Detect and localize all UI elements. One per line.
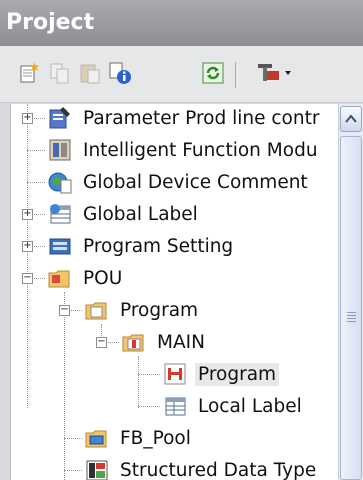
- expand-toggle[interactable]: +: [22, 241, 33, 252]
- new-item-button[interactable]: [17, 60, 43, 86]
- scroll-grip-icon: [347, 312, 356, 324]
- local-label-icon: [165, 397, 186, 416]
- tree-item-program[interactable]: Program: [162, 360, 280, 388]
- tree-item-label: Program Setting: [83, 235, 234, 257]
- panel-title: Project: [0, 0, 363, 46]
- tree-guide-line: [138, 406, 160, 407]
- tree-item-global-label[interactable]: Global Label: [47, 200, 201, 228]
- new-item-icon: [20, 62, 39, 83]
- tree-item-label: Program: [120, 299, 199, 321]
- collapse-toggle[interactable]: −: [22, 273, 33, 284]
- tools-icon: [258, 64, 291, 81]
- collapse-toggle[interactable]: −: [59, 305, 70, 316]
- tree-guide-line: [138, 356, 139, 408]
- copy-icon: [50, 63, 69, 84]
- refresh-button[interactable]: [200, 60, 226, 86]
- paste-button[interactable]: [77, 60, 103, 86]
- tree-item-label: Global Device Comment: [83, 171, 308, 193]
- tree-guide-line: [64, 438, 82, 439]
- tree-item-label: Structured Data Type: [120, 459, 317, 480]
- tree-item-label: Parameter Prod line contr: [83, 107, 320, 129]
- tree-item-pou[interactable]: POU: [47, 264, 125, 292]
- expand-toggle[interactable]: +: [22, 113, 33, 124]
- tree-item-label: POU: [83, 267, 123, 289]
- copy-button[interactable]: [47, 60, 73, 86]
- refresh-icon: [202, 62, 224, 84]
- tree-item-main[interactable]: MAIN: [121, 328, 208, 356]
- expand-toggle[interactable]: +: [22, 209, 33, 220]
- paste-icon: [80, 64, 100, 84]
- global-label-icon: [50, 204, 71, 224]
- toolbar: [0, 46, 363, 103]
- tree-item-label: MAIN: [157, 331, 205, 353]
- tree-guide-line: [27, 182, 45, 183]
- parameter-icon: [49, 107, 70, 129]
- tree-item-label: Local Label: [198, 395, 302, 417]
- tree-item-label: FB_Pool: [120, 427, 191, 449]
- scroll-up-button[interactable]: [340, 106, 362, 132]
- device-comment-icon: [48, 172, 72, 194]
- project-tree: + + + − − − Parameter Prod line contr In…: [10, 104, 339, 480]
- scroll-thumb[interactable]: [340, 136, 362, 480]
- collapse-toggle[interactable]: −: [96, 337, 107, 348]
- tree-item-label: Program: [195, 362, 280, 386]
- main-program-icon: [122, 334, 144, 352]
- fb-pool-icon: [85, 430, 107, 448]
- chevron-up-icon: [345, 114, 357, 123]
- program-setting-icon: [49, 238, 71, 255]
- tree-item-fb-pool[interactable]: FB_Pool: [84, 424, 194, 452]
- tree-guide-line: [64, 292, 65, 480]
- vertical-scrollbar[interactable]: [338, 104, 363, 480]
- tree-item-parameter[interactable]: Parameter Prod line contr: [47, 104, 322, 132]
- properties-icon: [109, 62, 131, 84]
- tree-guide-line: [138, 374, 160, 375]
- properties-button[interactable]: [107, 60, 133, 86]
- tree-item-structured-data-type[interactable]: Structured Data Type: [84, 456, 319, 480]
- toolbar-separator: [235, 62, 236, 88]
- tree-item-program-folder[interactable]: Program: [84, 296, 201, 324]
- tools-dropdown-button[interactable]: [252, 60, 296, 86]
- tree-item-label: Intelligent Function Modu: [83, 139, 318, 161]
- intelligent-module-icon: [49, 139, 71, 161]
- structured-data-icon: [86, 460, 108, 480]
- tree-item-global-device-comment[interactable]: Global Device Comment: [47, 168, 311, 196]
- tree-item-program-setting[interactable]: Program Setting: [47, 232, 236, 260]
- tree-item-local-label[interactable]: Local Label: [162, 392, 305, 420]
- pou-folder-icon: [48, 270, 70, 288]
- tree-guide-line: [64, 470, 82, 471]
- ladder-program-icon: [164, 363, 186, 385]
- tree-item-label: Global Label: [83, 203, 198, 225]
- tree-item-intelligent-function-module[interactable]: Intelligent Function Modu: [47, 136, 321, 164]
- program-folder-icon: [85, 302, 107, 320]
- tree-guide-line: [27, 150, 45, 151]
